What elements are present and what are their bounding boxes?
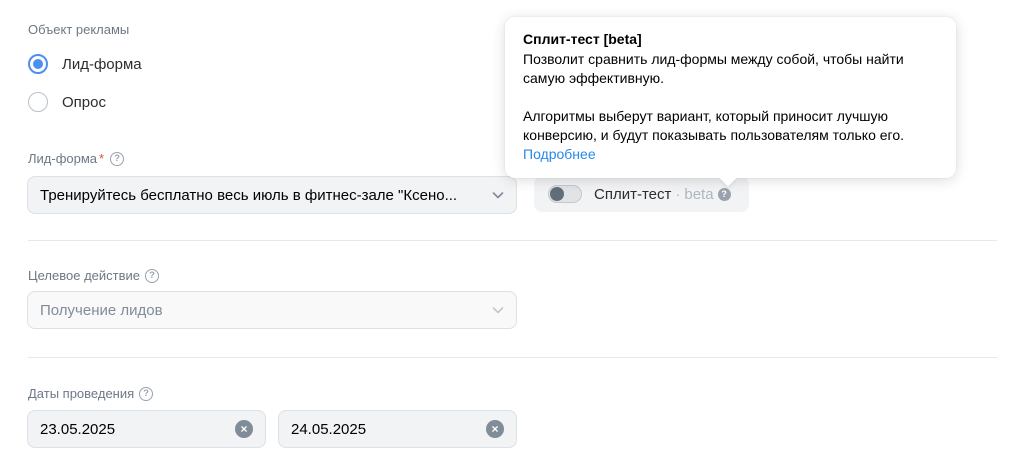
target-action-value: Получение лидов: [40, 301, 163, 319]
required-mark: *: [99, 151, 105, 166]
tooltip-more-link[interactable]: Подробнее: [523, 145, 938, 164]
end-date-value: 24.05.2025: [291, 420, 367, 438]
split-test-separator: ·: [675, 185, 681, 203]
start-date-field[interactable]: 23.05.2025 ×: [27, 410, 266, 448]
end-date-field[interactable]: 24.05.2025 ×: [278, 410, 517, 448]
dates-label: Даты проведения ?: [28, 386, 154, 401]
help-icon[interactable]: ?: [110, 151, 125, 166]
beta-label: beta: [684, 185, 714, 203]
target-action-label: Целевое действие ?: [28, 268, 159, 283]
radio-lead-form[interactable]: Лид-форма: [28, 54, 142, 74]
clear-icon[interactable]: ×: [235, 420, 253, 438]
lead-form-value: Тренируйтесь бесплатно весь июль в фитне…: [40, 186, 458, 204]
start-date-value: 23.05.2025: [40, 420, 116, 438]
lead-form-label: Лид-форма * ?: [28, 151, 125, 166]
tooltip-text-line: Алгоритмы выберут вариант, который прино…: [523, 108, 888, 124]
chevron-down-icon: [492, 307, 504, 314]
chevron-down-icon: [492, 192, 504, 199]
radio-survey[interactable]: Опрос: [28, 92, 106, 112]
tooltip-text-line: конверсию, и будут показывать пользовате…: [523, 127, 905, 143]
lead-form-select[interactable]: Тренируйтесь бесплатно весь июль в фитне…: [27, 176, 517, 214]
split-test-tooltip: Сплит-тест [beta] Позволит сравнить лид-…: [505, 17, 956, 178]
radio-label: Опрос: [62, 93, 106, 111]
clear-icon[interactable]: ×: [486, 420, 504, 438]
divider: [28, 240, 997, 241]
help-icon[interactable]: ?: [145, 268, 159, 283]
split-test-label: Сплит-тест: [594, 185, 672, 203]
target-action-select: Получение лидов: [27, 291, 517, 329]
radio-label: Лид-форма: [62, 55, 142, 73]
toggle-switch[interactable]: [548, 185, 582, 203]
help-icon[interactable]: ?: [139, 386, 154, 401]
tooltip-text-line: Позволит сравнить лид-формы между собой,…: [523, 51, 904, 67]
help-icon[interactable]: ?: [717, 187, 731, 201]
divider: [28, 357, 997, 358]
radio-unchecked-icon[interactable]: [28, 92, 48, 112]
split-test-toggle[interactable]: Сплит-тест · beta ?: [534, 176, 749, 212]
radio-checked-icon[interactable]: [28, 54, 48, 74]
tooltip-title: Сплит-тест [beta]: [523, 31, 642, 47]
ad-object-label: Объект рекламы: [28, 22, 130, 37]
tooltip-text-line: самую эффективную.: [523, 70, 664, 86]
